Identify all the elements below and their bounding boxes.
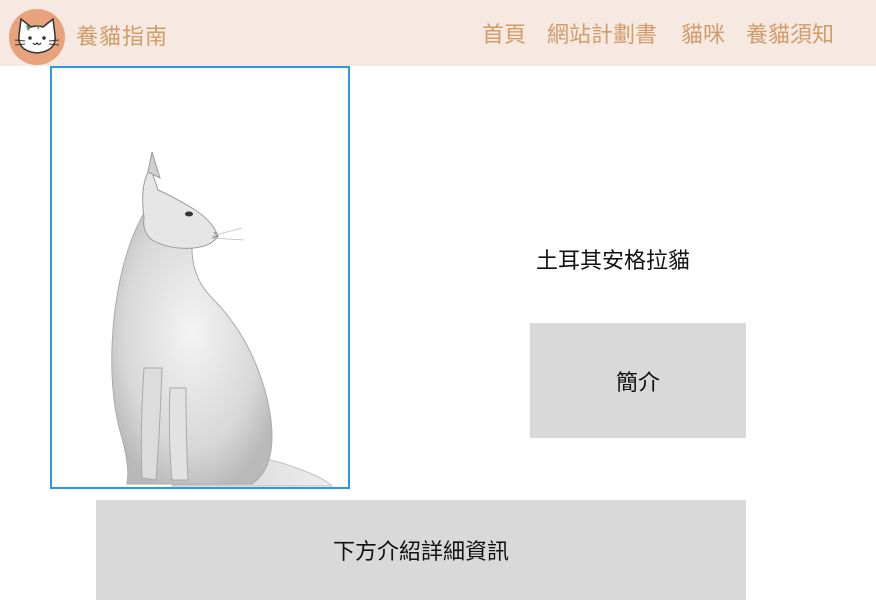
nav-link-cats[interactable]: 貓咪 (681, 17, 725, 49)
white-cat-photo-icon (111, 151, 334, 487)
intro-button[interactable]: 簡介 (530, 323, 746, 438)
nav-link-care-guide[interactable]: 養貓須知 (746, 17, 834, 49)
intro-label: 簡介 (615, 370, 660, 396)
detail-section[interactable]: 下方介紹詳細資訊 (96, 500, 746, 600)
nav-link-proposal[interactable]: 網站計劃書 (547, 17, 657, 49)
site-brand[interactable]: 養貓指南 (76, 19, 168, 51)
breed-title: 土耳其安格拉貓 (536, 249, 691, 274)
nav-link-home[interactable]: 首頁 (482, 17, 526, 49)
cat-photo (50, 66, 350, 489)
site-header: 養貓指南 首頁 網站計劃書 貓咪 養貓須知 (0, 0, 876, 66)
cat-logo-icon[interactable] (9, 9, 65, 65)
detail-label: 下方介紹詳細資訊 (332, 540, 509, 565)
